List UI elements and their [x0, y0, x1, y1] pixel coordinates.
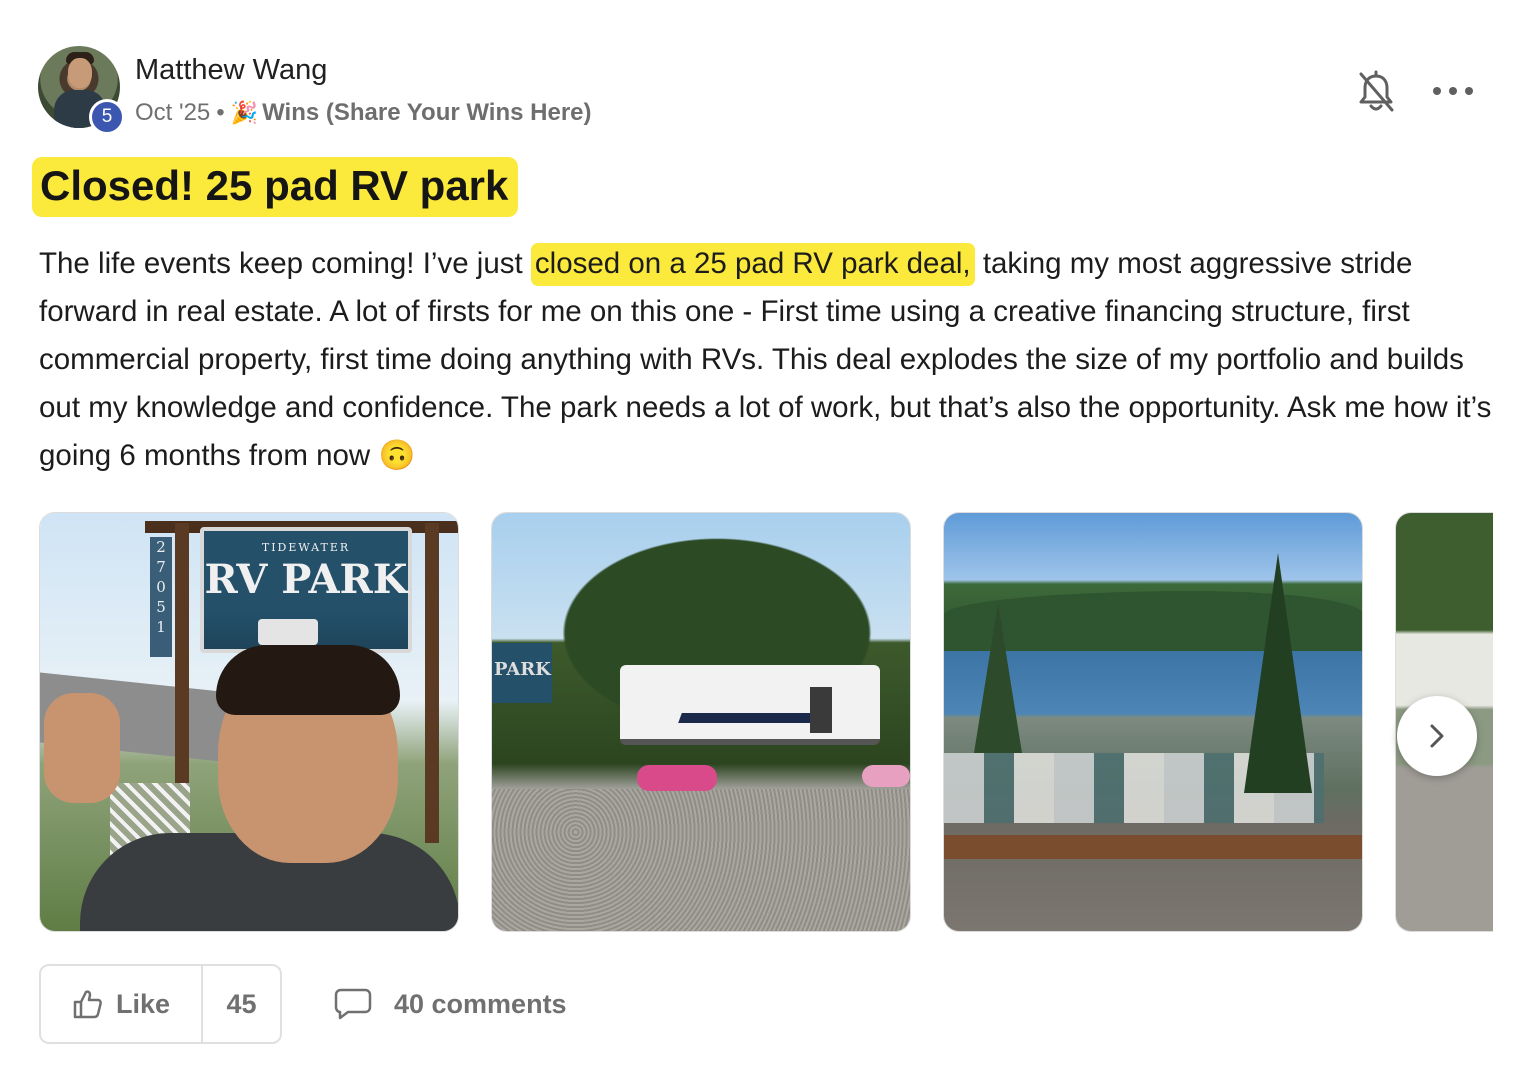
rv-trailer: [620, 665, 880, 745]
post-body: The life events keep coming! I’ve just c…: [39, 240, 1499, 480]
bell-muted-icon: [1359, 70, 1394, 112]
more-options-button[interactable]: [1431, 76, 1475, 106]
avatar-face: [68, 58, 92, 88]
sign-big-text: RV PARK: [204, 556, 408, 603]
post-header: 5 Matthew Wang Oct '25 • 🎉 Wins (Share Y…: [38, 46, 1478, 136]
photo-gallery: 27051 TIDEWATER RV PARK PARK: [39, 512, 1493, 932]
body-text-before: The life events keep coming! I’ve just: [39, 247, 531, 280]
post-meta: Oct '25 • 🎉 Wins (Share Your Wins Here): [135, 99, 592, 127]
meta-separator: •: [216, 99, 225, 126]
peace-sign-hand: [44, 693, 120, 803]
photo-rv-lot[interactable]: PARK: [491, 512, 911, 932]
like-control: Like 45: [39, 964, 282, 1044]
rv-icon: [258, 619, 318, 645]
photo-water-view[interactable]: [943, 512, 1363, 932]
comment-bubble-icon: [334, 988, 372, 1020]
upside-down-face-emoji: 🙃: [378, 439, 416, 472]
more-horizontal-icon: [1433, 87, 1441, 95]
level-badge: 5: [89, 99, 125, 135]
comments-count: 40 comments: [394, 988, 567, 1019]
like-label: Like: [115, 988, 171, 1019]
like-button[interactable]: Like: [41, 966, 203, 1042]
address-number: 27051: [150, 537, 172, 657]
post-category[interactable]: Wins (Share Your Wins Here): [262, 99, 591, 127]
chevron-right-icon: [1430, 724, 1444, 748]
rv-park-sign: TIDEWATER RV PARK: [200, 527, 412, 653]
post-title: Closed! 25 pad RV park: [32, 157, 519, 218]
thumbs-up-icon: [73, 990, 102, 1019]
gallery-next-button[interactable]: [1397, 696, 1477, 776]
post-date[interactable]: Oct '25: [135, 99, 210, 127]
like-count[interactable]: 45: [203, 966, 280, 1042]
author-name[interactable]: Matthew Wang: [135, 54, 327, 87]
photo-rv-park-sign[interactable]: 27051 TIDEWATER RV PARK: [39, 512, 459, 932]
body-highlight: closed on a 25 pad RV park deal,: [530, 243, 975, 286]
sign-small-text: TIDEWATER: [261, 541, 351, 554]
notification-bell-button[interactable]: [1356, 70, 1396, 114]
park-sign: PARK: [492, 643, 552, 703]
party-popper-icon: 🎉: [230, 100, 259, 125]
comments-link[interactable]: 40 comments: [334, 984, 567, 1024]
